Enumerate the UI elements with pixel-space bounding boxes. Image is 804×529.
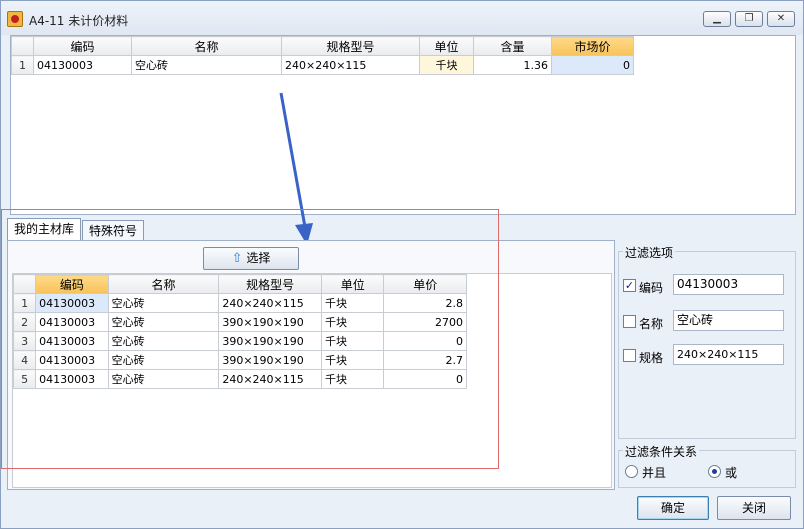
name-filter-label: 名称 <box>639 317 664 331</box>
minimize-button[interactable]: ▁ <box>703 11 731 27</box>
quantity-header[interactable]: 含量 <box>473 36 552 56</box>
name-cell[interactable]: 空心砖 <box>131 55 282 75</box>
unit-header[interactable]: 单位 <box>419 36 474 56</box>
name-filter-input[interactable]: 空心砖 <box>673 310 784 331</box>
spec-header[interactable]: 规格型号 <box>281 36 420 56</box>
dialog-window: A4-11 未计价材料 ▁ ❐ ✕ 编码 名称 规格型号 单位 含量 市场价 1… <box>0 0 804 529</box>
and-radio[interactable] <box>625 465 638 478</box>
filter-options-title: 过滤选项 <box>623 244 676 261</box>
window-title: A4-11 未计价材料 <box>29 14 129 28</box>
code-cell[interactable]: 04130003 <box>33 55 132 75</box>
code-filter-input[interactable]: 04130003 <box>673 274 784 295</box>
close-window-button[interactable]: ✕ <box>767 11 795 27</box>
row-number-header <box>11 36 34 56</box>
close-button[interactable]: 关闭 <box>717 496 791 520</box>
unpriced-material-panel: 编码 名称 规格型号 单位 含量 市场价 1 04130003 空心砖 240×… <box>10 35 796 215</box>
table-header-row: 编码 名称 规格型号 单位 含量 市场价 <box>11 36 634 56</box>
or-radio[interactable] <box>708 465 721 478</box>
spec-filter-input[interactable]: 240×240×115 <box>673 344 784 365</box>
code-filter-checkbox[interactable]: ✓ <box>623 279 636 292</box>
unpriced-material-table: 编码 名称 规格型号 单位 含量 市场价 1 04130003 空心砖 240×… <box>11 36 634 75</box>
market-price-header[interactable]: 市场价 <box>551 36 634 56</box>
spec-cell[interactable]: 240×240×115 <box>281 55 420 75</box>
spec-filter-checkbox[interactable] <box>623 349 636 362</box>
title-bar: A4-11 未计价材料 ▁ ❐ ✕ <box>1 1 803 35</box>
unit-cell[interactable]: 千块 <box>419 55 474 75</box>
ok-button[interactable]: 确定 <box>637 496 709 520</box>
restore-button[interactable]: ❐ <box>735 11 763 27</box>
quantity-cell[interactable]: 1.36 <box>473 55 552 75</box>
filter-relation-title: 过滤条件关系 <box>623 443 700 460</box>
table-row[interactable]: 1 04130003 空心砖 240×240×115 千块 1.36 0 <box>11 55 634 75</box>
market-price-cell[interactable]: 0 <box>551 55 634 75</box>
name-filter-checkbox[interactable] <box>623 315 636 328</box>
and-radio-label: 并且 <box>642 466 667 480</box>
row-number: 1 <box>11 55 34 75</box>
name-header[interactable]: 名称 <box>131 36 282 56</box>
spec-filter-label: 规格 <box>639 351 664 365</box>
or-radio-label: 或 <box>725 466 738 480</box>
code-header[interactable]: 编码 <box>33 36 132 56</box>
app-icon <box>7 11 23 27</box>
highlight-outline <box>1 209 499 469</box>
code-filter-label: 编码 <box>639 281 664 295</box>
